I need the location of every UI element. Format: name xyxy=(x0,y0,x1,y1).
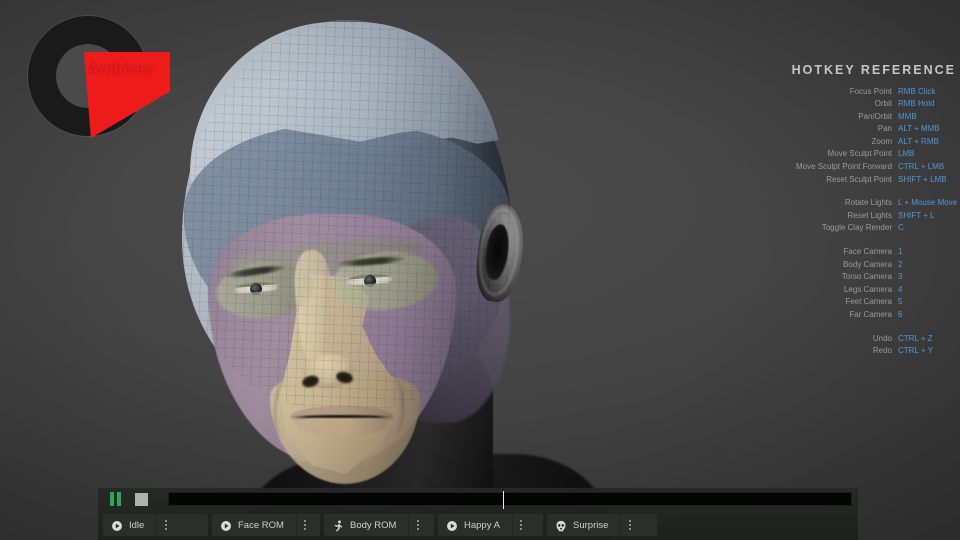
hotkey-key: SHIFT + L xyxy=(892,212,960,220)
hotkey-label: Far Camera xyxy=(849,311,892,319)
animation-clip-list: Idle Face ROM Body ROM Happy A Surprise xyxy=(98,510,858,540)
hotkey-key: ALT + RMB xyxy=(892,138,960,146)
animation-toolbar: Idle Face ROM Body ROM Happy A Surprise xyxy=(98,488,858,540)
hotkey-label: Move Sculpt Point xyxy=(828,150,892,158)
hotkey-label: Focus Point xyxy=(850,88,892,96)
head-model xyxy=(150,6,580,506)
animation-clip-label: Body ROM xyxy=(350,520,396,531)
hotkey-key: 1 xyxy=(892,248,960,256)
pause-icon[interactable] xyxy=(109,492,122,506)
hotkey-group-gap xyxy=(760,324,960,335)
hotkey-row: RedoCTRL + Y xyxy=(760,347,960,360)
animation-clip[interactable]: Body ROM xyxy=(324,514,434,536)
hotkey-key: 2 xyxy=(892,261,960,269)
timeline-scrubber[interactable] xyxy=(168,492,852,506)
hotkey-label: Rotate Lights xyxy=(845,199,892,207)
hotkey-label: Move Sculpt Point Forward xyxy=(796,163,892,171)
hotkey-key: ALT + MMB xyxy=(892,125,960,133)
hotkey-label: Pan/Orbit xyxy=(858,113,892,121)
hotkey-key: L + Mouse Move xyxy=(892,199,960,207)
transport-controls xyxy=(98,488,858,510)
hotkey-key: C xyxy=(892,224,960,232)
hotkey-key: LMB xyxy=(892,150,960,158)
hotkey-label: Reset Lights xyxy=(848,212,892,220)
kebab-menu-icon[interactable] xyxy=(620,514,638,536)
hotkey-label: Orbit xyxy=(875,100,892,108)
hotkey-key: 3 xyxy=(892,273,960,281)
hotkey-key: RMB Click xyxy=(892,88,960,96)
play-circle-icon xyxy=(111,519,123,531)
animation-clip-label: Happy A xyxy=(464,520,500,531)
animation-clip-label: Face ROM xyxy=(238,520,284,531)
hotkey-row: Rotate LightsL + Mouse Move xyxy=(760,199,960,212)
face-mask-icon xyxy=(555,519,567,531)
hotkey-reference-title: HOTKEY REFERENCE xyxy=(760,64,960,77)
hotkey-key: 4 xyxy=(892,286,960,294)
hotkey-row: OrbitRMB Hold xyxy=(760,100,960,113)
animation-clip[interactable]: Idle xyxy=(103,514,208,536)
hotkey-key: SHIFT + LMB xyxy=(892,176,960,184)
hotkey-groups: Focus PointRMB ClickOrbitRMB HoldPan/Orb… xyxy=(760,88,960,360)
hotkey-key: 6 xyxy=(892,311,960,319)
stop-icon[interactable] xyxy=(135,493,148,506)
kebab-menu-icon[interactable] xyxy=(408,514,426,536)
hotkey-label: Toggle Clay Render xyxy=(822,224,892,232)
animation-clip[interactable]: Surprise xyxy=(547,514,657,536)
animation-clip-button[interactable]: Body ROM xyxy=(324,514,408,536)
hotkey-label: Face Camera xyxy=(844,248,892,256)
archives-logo: Archives xyxy=(22,10,167,140)
hotkey-row: Toggle Clay RenderC xyxy=(760,224,960,237)
hotkey-label: Reset Sculpt Point xyxy=(826,176,892,184)
animation-clip-button[interactable]: Face ROM xyxy=(212,514,296,536)
animation-clip[interactable]: Face ROM xyxy=(212,514,320,536)
hotkey-key: CTRL + Z xyxy=(892,335,960,343)
hotkey-row: Far Camera6 xyxy=(760,311,960,324)
hotkey-label: Zoom xyxy=(872,138,892,146)
kebab-menu-icon[interactable] xyxy=(512,514,530,536)
hotkey-row: PanALT + MMB xyxy=(760,125,960,138)
animation-clip-label: Idle xyxy=(129,520,144,531)
hotkey-key: 5 xyxy=(892,298,960,306)
logo-text: Archives xyxy=(88,62,153,77)
animation-clip[interactable]: Happy A xyxy=(438,514,543,536)
hotkey-key: CTRL + Y xyxy=(892,347,960,355)
hotkey-label: Feet Camera xyxy=(845,298,892,306)
play-circle-icon xyxy=(446,519,458,531)
play-circle-icon xyxy=(220,519,232,531)
timeline-playhead[interactable] xyxy=(503,491,504,509)
animation-clip-button[interactable]: Happy A xyxy=(438,514,512,536)
hotkey-key: CTRL + LMB xyxy=(892,163,960,171)
animation-clip-label: Surprise xyxy=(573,520,608,531)
hotkey-label: Body Camera xyxy=(843,261,892,269)
hotkey-reference-panel: HOTKEY REFERENCE Focus PointRMB ClickOrb… xyxy=(760,64,960,360)
hotkey-row: Face Camera1 xyxy=(760,248,960,261)
hotkey-label: Redo xyxy=(873,347,892,355)
hotkey-row: Move Sculpt Point ForwardCTRL + LMB xyxy=(760,163,960,176)
hotkey-label: Legs Camera xyxy=(844,286,892,294)
hotkey-row: Reset Sculpt PointSHIFT + LMB xyxy=(760,176,960,189)
hotkey-key: RMB Hold xyxy=(892,100,960,108)
hotkey-row: Torso Camera3 xyxy=(760,273,960,286)
hotkey-label: Pan xyxy=(878,125,892,133)
animation-clip-button[interactable]: Idle xyxy=(103,514,156,536)
kebab-menu-icon[interactable] xyxy=(156,514,174,536)
hotkey-label: Undo xyxy=(873,335,892,343)
animation-clip-button[interactable]: Surprise xyxy=(547,514,620,536)
running-person-icon xyxy=(332,519,344,531)
kebab-menu-icon[interactable] xyxy=(296,514,314,536)
hotkey-label: Torso Camera xyxy=(842,273,892,281)
hotkey-key: MMB xyxy=(892,113,960,121)
